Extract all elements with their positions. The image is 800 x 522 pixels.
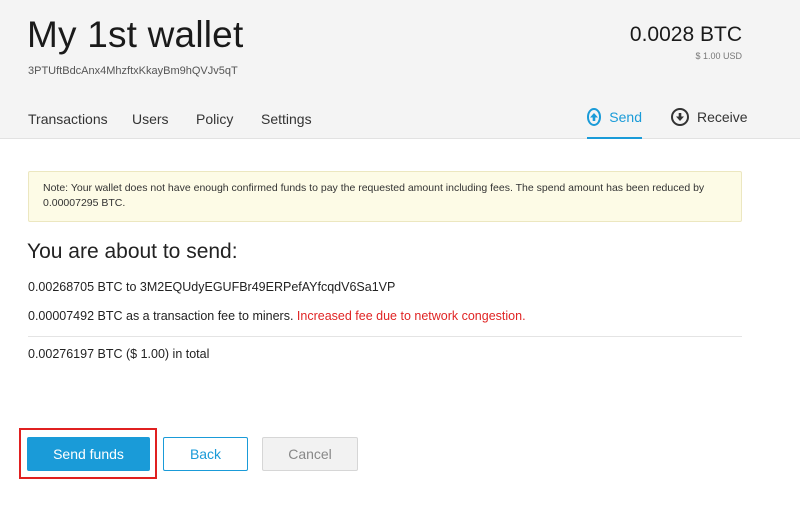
wallet-header: My 1st wallet 3PTUftBdcAnx4MhzftxKkayBm9… [0,0,800,139]
total-line: 0.00276197 BTC ($ 1.00) in total [28,347,210,361]
recipient-line: 0.00268705 BTC to 3M2EQUdyEGUFBr49ERPefA… [28,280,396,294]
send-summary-heading: You are about to send: [27,240,238,263]
balance-btc: 0.0028 BTC [629,23,742,46]
back-button[interactable]: Back [163,437,248,471]
wallet-address: 3PTUftBdcAnx4MhzftxKkayBm9hQVJv5qT [28,65,238,77]
summary-divider [28,336,742,337]
wallet-title: My 1st wallet [27,14,244,55]
arrow-up-circle-icon [587,108,602,126]
fee-line: 0.00007492 BTC as a transaction fee to m… [28,309,526,323]
tab-policy[interactable]: Policy [196,111,233,127]
cancel-button[interactable]: Cancel [262,437,358,471]
insufficient-funds-note: Note: Your wallet does not have enough c… [28,171,742,222]
tab-users[interactable]: Users [132,111,169,127]
tab-settings[interactable]: Settings [261,111,312,127]
send-tab[interactable]: Send [587,108,642,139]
receive-tab[interactable]: Receive [671,108,748,139]
fee-amount-text: 0.00007492 BTC as a transaction fee to m… [28,309,294,323]
fee-warning: Increased fee due to network congestion. [296,309,526,323]
balance-usd: $ 1.00 USD [695,51,742,61]
receive-tab-label: Receive [697,109,748,125]
send-funds-button[interactable]: Send funds [27,437,150,471]
tab-transactions[interactable]: Transactions [28,111,108,127]
arrow-down-circle-icon [671,108,689,126]
send-tab-label: Send [609,109,642,125]
